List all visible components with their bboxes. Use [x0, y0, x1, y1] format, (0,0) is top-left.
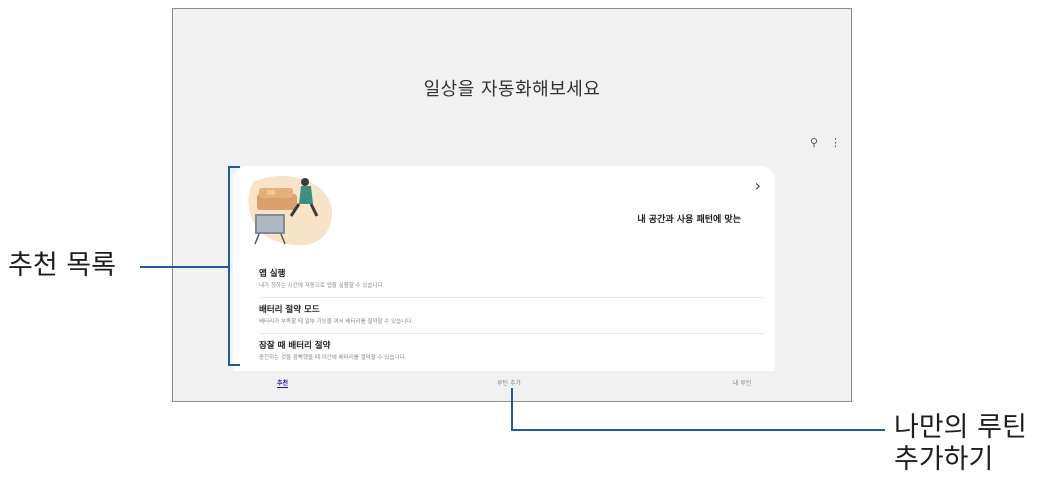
- living-room-illustration-icon: [248, 175, 333, 246]
- top-actions: ⚲ ⋮: [810, 137, 841, 149]
- list-item-subtitle: 배터리가 부족할 때 일부 기능을 꺼서 배터리를 절약할 수 있습니다.: [259, 319, 414, 325]
- callout-bracket-bottom: [228, 364, 240, 366]
- callout-add-routine: 나만의 루틴 추가하기: [894, 412, 1027, 476]
- more-options-icon[interactable]: ⋮: [830, 137, 841, 149]
- recommendation-card: › 내 공간과 사용 패턴에 맞는 앱 실행 내가 정하는 시간에 자동으로 앱…: [233, 166, 775, 371]
- callout-add-routine-line2: 추가하기: [894, 444, 994, 475]
- chevron-right-icon[interactable]: ›: [755, 176, 761, 195]
- list-item-title: 배터리 절약 모드: [259, 305, 320, 315]
- featured-text: 내 공간과 사용 패턴에 맞는: [637, 215, 741, 225]
- recommendation-list: 앱 실행 내가 정하는 시간에 자동으로 앱을 실행할 수 있습니다. 배터리 …: [233, 262, 775, 370]
- list-item-subtitle: 내가 정하는 시간에 자동으로 앱을 실행할 수 있습니다.: [259, 283, 385, 289]
- list-item[interactable]: 앱 실행 내가 정하는 시간에 자동으로 앱을 실행할 수 있습니다.: [233, 262, 775, 298]
- tab-my-routines[interactable]: 내 루틴: [733, 378, 751, 387]
- callout-leader-horizontal: [511, 429, 885, 431]
- list-item[interactable]: 잠잘 때 배터리 절약 충전하는 것을 깜빡했을 때 야간에 배터리를 절약할 …: [233, 334, 775, 370]
- callout-add-routine-line1: 나만의 루틴: [894, 412, 1027, 443]
- callout-recommendation-list: 추천 목록: [8, 250, 116, 281]
- callout-bracket-top: [228, 166, 240, 168]
- list-item-title: 앱 실행: [259, 269, 286, 279]
- tab-add-routine[interactable]: 루틴 추가: [497, 378, 521, 387]
- callout-leader-vertical: [511, 388, 513, 430]
- device-screen: 일상을 자동화해보세요 ⚲ ⋮ › 내 공간과 사용 패턴에 맞는 앱 실행 내…: [172, 8, 852, 402]
- list-item[interactable]: 배터리 절약 모드 배터리가 부족할 때 일부 기능을 꺼서 배터리를 절약할 …: [233, 298, 775, 334]
- callout-leader-left: [140, 266, 228, 268]
- search-icon[interactable]: ⚲: [810, 137, 818, 149]
- list-item-title: 잠잘 때 배터리 절약: [259, 341, 331, 351]
- callout-bracket-line: [228, 166, 230, 366]
- list-item-subtitle: 충전하는 것을 깜빡했을 때 야간에 배터리를 절약할 수 있습니다.: [259, 355, 407, 361]
- tab-recommended[interactable]: 추천: [277, 378, 289, 388]
- screen-title: 일상을 자동화해보세요: [423, 79, 601, 100]
